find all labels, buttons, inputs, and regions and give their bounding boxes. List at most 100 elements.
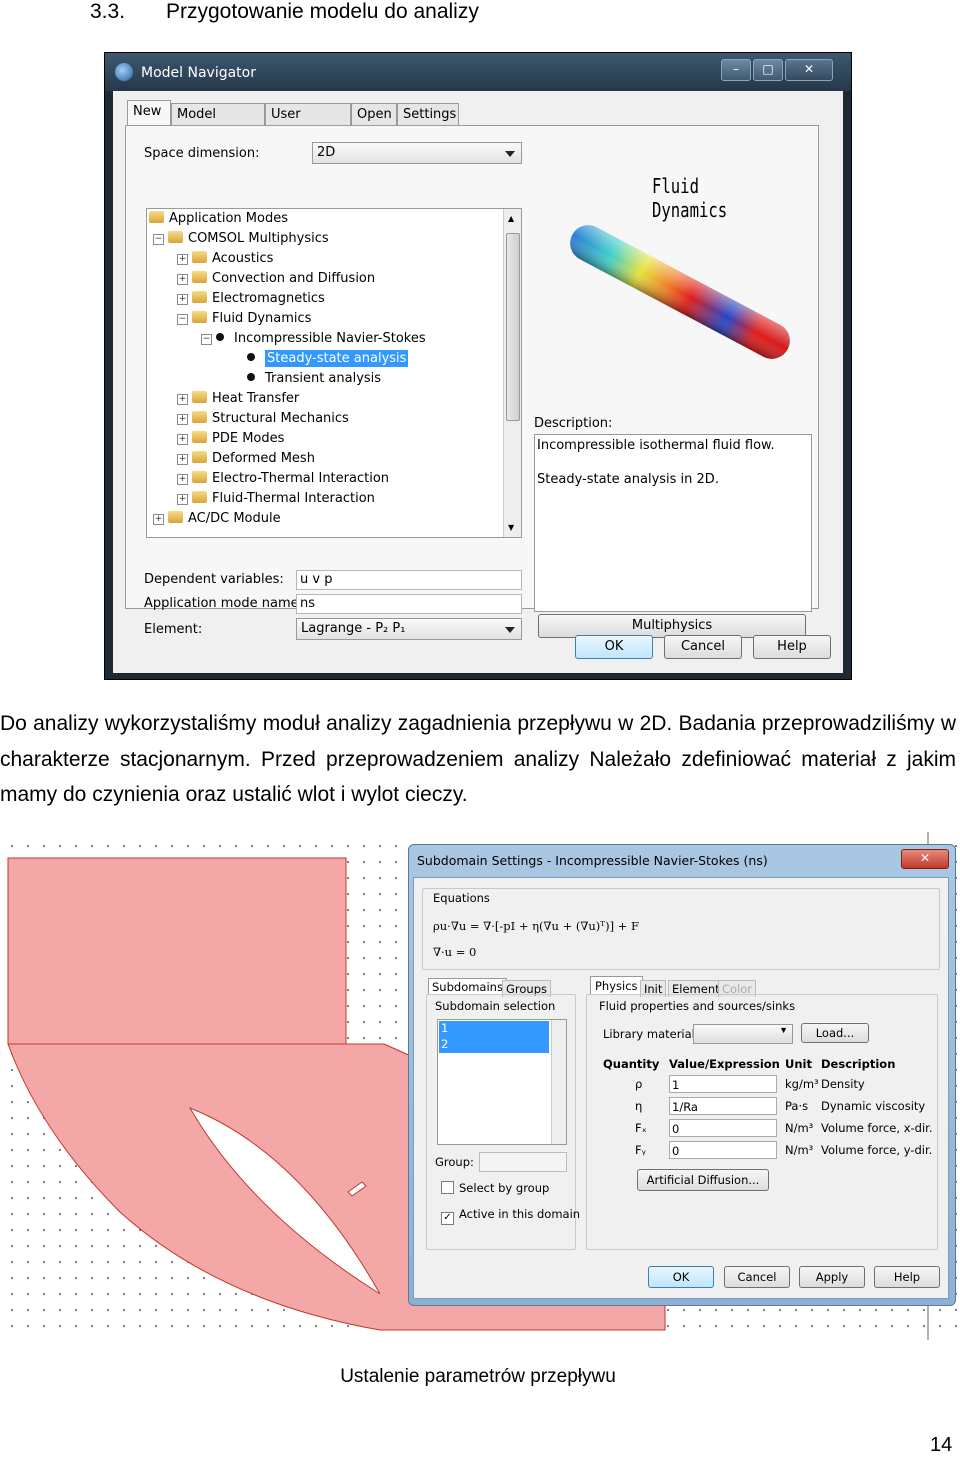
- space-dimension-select[interactable]: 2D: [312, 142, 522, 164]
- folder-icon: [192, 431, 207, 443]
- checkbox-icon[interactable]: [441, 1181, 454, 1194]
- viscosity-input[interactable]: 1/Ra: [669, 1097, 777, 1115]
- chevron-down-icon: ▼: [779, 1025, 788, 1035]
- tab-physics[interactable]: Physics: [590, 976, 643, 995]
- checkmark-icon[interactable]: ✓: [441, 1212, 454, 1225]
- tab-subdomains[interactable]: Subdomains: [428, 978, 507, 995]
- close-button[interactable]: ✕: [901, 849, 949, 869]
- tree-item-label: PDE Modes: [212, 431, 285, 446]
- tree-item[interactable]: − Incompressible Navier-Stokes: [201, 329, 426, 349]
- close-button[interactable]: ✕: [785, 59, 833, 81]
- tree-item-label: Transient analysis: [265, 371, 382, 386]
- tree-item[interactable]: + Acoustics: [177, 249, 273, 269]
- list-scrollbar[interactable]: [551, 1020, 566, 1144]
- tree-item-selected[interactable]: Steady-state analysis: [247, 349, 409, 369]
- tree-item[interactable]: − Fluid Dynamics: [177, 309, 311, 329]
- tab-model-library[interactable]: Model Library: [171, 103, 265, 144]
- ok-button[interactable]: OK: [575, 635, 653, 659]
- scrollbar-thumb[interactable]: [506, 233, 520, 421]
- figure-caption: Ustalenie parametrów przepływu: [340, 1366, 616, 1387]
- maximize-button[interactable]: □: [753, 59, 783, 81]
- expand-icon[interactable]: +: [177, 294, 188, 305]
- dialog-body: Equations ρu·∇u = ∇·[-pI + η(∇u + (∇u)ᵀ)…: [413, 877, 949, 1299]
- group-label: Group:: [435, 1155, 474, 1169]
- quantity-cell: η: [635, 1099, 643, 1113]
- tree-item[interactable]: + PDE Modes: [177, 429, 284, 449]
- folder-icon: [192, 411, 207, 423]
- tree-item[interactable]: + Heat Transfer: [177, 389, 299, 409]
- tree-item[interactable]: Transient analysis: [247, 369, 381, 389]
- unit-cell: kg/m³: [785, 1077, 819, 1091]
- app-mode-name-input[interactable]: ns: [296, 594, 522, 614]
- scroll-up-icon[interactable]: ▲: [508, 214, 514, 223]
- collapse-icon[interactable]: −: [153, 234, 164, 245]
- application-modes-tree[interactable]: Application Modes − COMSOL Multiphysics +…: [146, 208, 522, 538]
- value-cell: 1: [672, 1078, 680, 1092]
- expand-icon[interactable]: +: [177, 474, 188, 485]
- section-number: 3.3.: [90, 0, 126, 23]
- scroll-down-icon[interactable]: ▼: [508, 523, 514, 532]
- element-select[interactable]: Lagrange - P₂ P₁: [296, 618, 522, 640]
- header-value: Value/Expression: [669, 1057, 780, 1071]
- expand-icon[interactable]: +: [177, 434, 188, 445]
- expand-icon[interactable]: +: [177, 394, 188, 405]
- tree-item-label: Deformed Mesh: [212, 451, 315, 466]
- list-item[interactable]: 1: [439, 1021, 549, 1037]
- tree-item[interactable]: + Electro-Thermal Interaction: [177, 469, 389, 489]
- tab-new[interactable]: New: [127, 100, 171, 126]
- force-x-input[interactable]: 0: [669, 1119, 777, 1137]
- tree-item[interactable]: + Electromagnetics: [177, 289, 325, 309]
- expand-icon[interactable]: +: [153, 514, 164, 525]
- tree-item[interactable]: + AC/DC Module: [153, 509, 281, 529]
- tab-settings[interactable]: Settings: [397, 103, 459, 125]
- cancel-button[interactable]: Cancel: [664, 635, 742, 659]
- section-heading: 3.3. Przygotowanie modelu do analizy: [90, 0, 479, 24]
- collapse-icon[interactable]: −: [177, 314, 188, 325]
- load-button[interactable]: Load...: [801, 1023, 869, 1043]
- library-material-label: Library material:: [603, 1027, 699, 1041]
- cancel-button[interactable]: Cancel: [724, 1266, 790, 1288]
- space-dimension-value: 2D: [317, 145, 336, 160]
- model-navigator-window: Model Navigator – □ ✕ New Model Library …: [104, 52, 852, 680]
- help-button[interactable]: Help: [753, 635, 831, 659]
- new-tab-panel: Space dimension: 2D Application Modes − C…: [125, 125, 819, 640]
- tree-item[interactable]: + Convection and Diffusion: [177, 269, 375, 289]
- value-cell: 1/Ra: [672, 1100, 698, 1114]
- quantity-cell: ρ: [635, 1077, 643, 1091]
- expand-icon[interactable]: +: [177, 414, 188, 425]
- list-item[interactable]: 2: [439, 1037, 549, 1053]
- tree-scrollbar[interactable]: ▲ ▼: [503, 209, 521, 537]
- body-paragraph: Do analizy wykorzystaliśmy moduł analizy…: [0, 712, 956, 806]
- density-input[interactable]: 1: [669, 1075, 777, 1093]
- tree-item[interactable]: + Structural Mechanics: [177, 409, 349, 429]
- tab-user-models[interactable]: User Models: [265, 103, 351, 144]
- minimize-button[interactable]: –: [721, 59, 751, 81]
- tree-item-label: AC/DC Module: [188, 511, 281, 526]
- expand-icon[interactable]: +: [177, 254, 188, 265]
- select-by-group-checkbox[interactable]: Select by group: [441, 1181, 549, 1195]
- tree-item[interactable]: − COMSOL Multiphysics: [153, 229, 329, 249]
- tree-item-label: Fluid Dynamics: [212, 311, 312, 326]
- expand-icon[interactable]: +: [177, 274, 188, 285]
- dependent-variables-input[interactable]: u v p: [296, 570, 522, 590]
- ok-button[interactable]: OK: [648, 1266, 714, 1288]
- description-cell: Volume force, y-dir.: [821, 1143, 933, 1157]
- help-button[interactable]: Help: [874, 1266, 940, 1288]
- group-select[interactable]: [479, 1152, 567, 1172]
- library-material-select[interactable]: ▼: [693, 1024, 793, 1044]
- force-y-input[interactable]: 0: [669, 1141, 777, 1159]
- artificial-diffusion-button[interactable]: Artificial Diffusion...: [637, 1169, 769, 1191]
- element-label: Element:: [144, 622, 203, 637]
- subdomain-selection-label: Subdomain selection: [435, 999, 556, 1013]
- expand-icon[interactable]: +: [177, 494, 188, 505]
- collapse-icon[interactable]: −: [201, 334, 212, 345]
- tab-open[interactable]: Open: [351, 103, 397, 125]
- tree-item[interactable]: Application Modes: [149, 209, 288, 229]
- subdomain-list[interactable]: 1 2: [437, 1019, 567, 1145]
- apply-button[interactable]: Apply: [799, 1266, 865, 1288]
- active-in-domain-checkbox[interactable]: ✓ Active in this domain: [441, 1207, 580, 1225]
- expand-icon[interactable]: +: [177, 454, 188, 465]
- tree-item[interactable]: + Fluid-Thermal Interaction: [177, 489, 375, 509]
- tree-item[interactable]: + Deformed Mesh: [177, 449, 315, 469]
- space-dimension-label: Space dimension:: [144, 146, 260, 161]
